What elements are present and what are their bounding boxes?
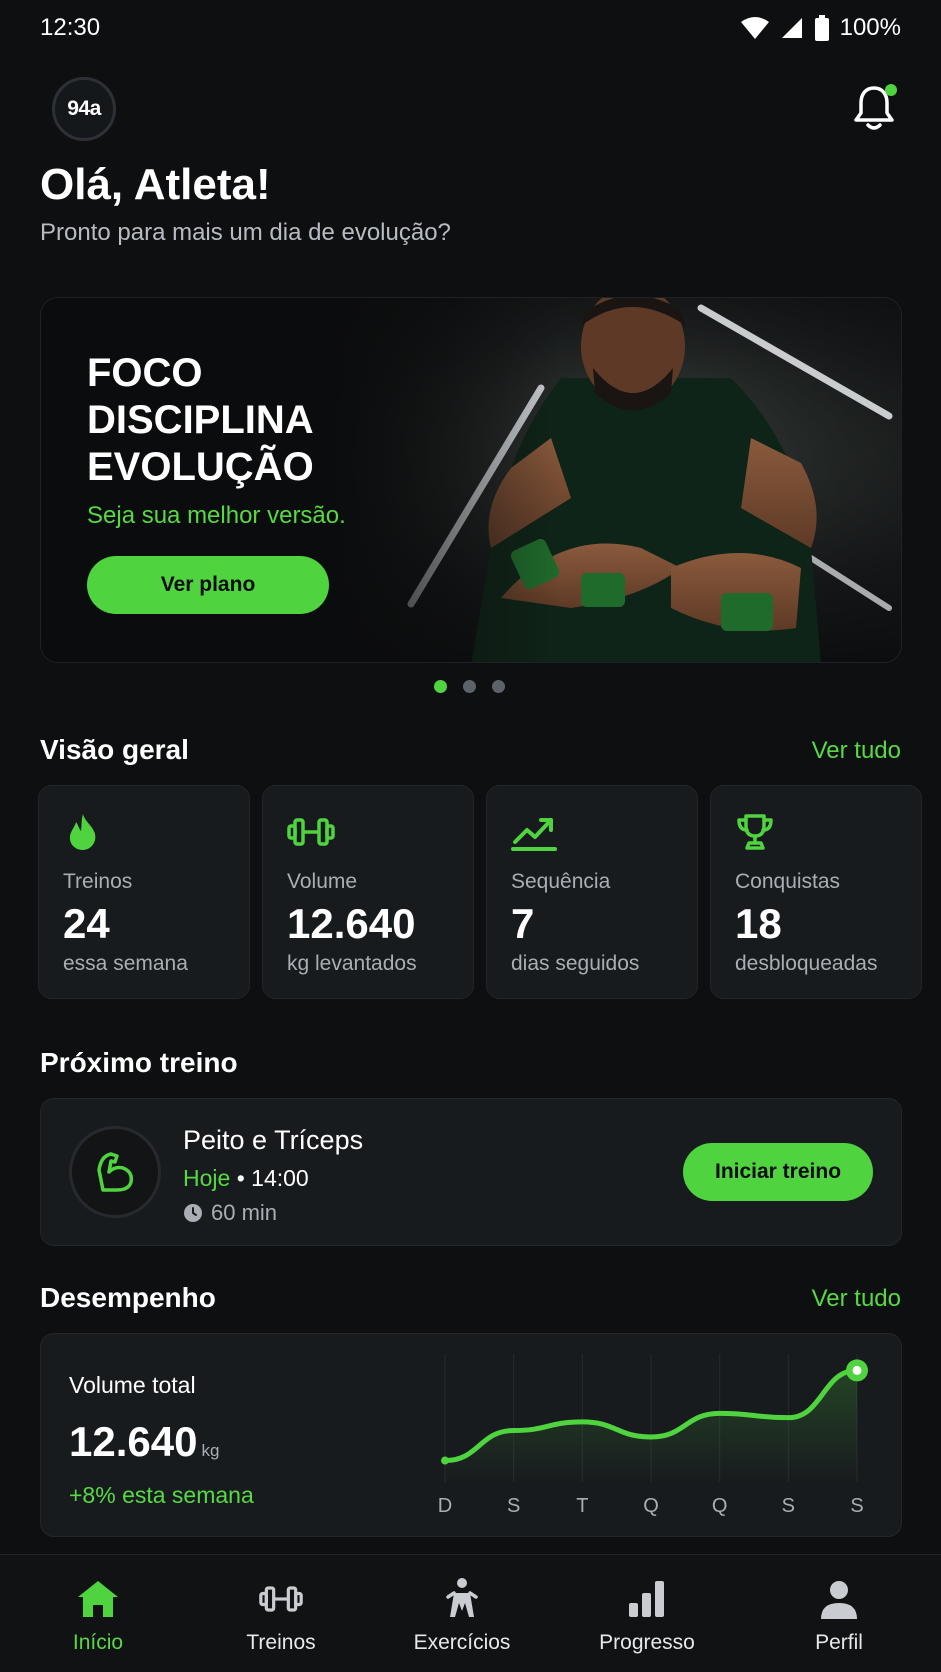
chart-x-tick-label: Q bbox=[643, 1495, 659, 1517]
workout-time: 14:00 bbox=[251, 1165, 309, 1191]
start-workout-button[interactable]: Iniciar treino bbox=[683, 1143, 873, 1201]
duration-text: 60 min bbox=[211, 1200, 278, 1225]
nav-label: Progresso bbox=[599, 1631, 695, 1654]
nav-item-progress[interactable]: Progresso bbox=[557, 1555, 737, 1672]
stat-card-streak[interactable]: Sequência 7 dias seguidos bbox=[486, 785, 698, 999]
clock-icon bbox=[184, 1204, 202, 1222]
stat-subtitle: kg levantados bbox=[287, 952, 417, 975]
stat-subtitle: essa semana bbox=[63, 952, 188, 975]
view-plan-button[interactable]: Ver plano bbox=[87, 556, 329, 614]
nav-item-workouts[interactable]: Treinos bbox=[191, 1555, 371, 1672]
stat-value: 7 bbox=[511, 900, 535, 947]
next-workout-title: Próximo treino bbox=[40, 1047, 238, 1078]
hero-headline-line-1: FOCO bbox=[87, 351, 203, 395]
chart-point bbox=[441, 1456, 449, 1465]
bar-chart-icon bbox=[629, 1581, 664, 1617]
chart-x-tick-label: D bbox=[438, 1495, 452, 1517]
performance-card[interactable]: Volume total 12.640 kg +8% esta semana DS… bbox=[40, 1333, 902, 1537]
carousel-dot[interactable] bbox=[463, 680, 476, 693]
bottom-navigation: Início Treinos Exercícios Progresso Perf… bbox=[0, 1554, 941, 1672]
avatar-text: 94a bbox=[67, 97, 101, 120]
stat-label: Volume bbox=[287, 870, 358, 893]
workout-name: Peito e Tríceps bbox=[183, 1125, 364, 1155]
trending-up-icon bbox=[511, 818, 557, 851]
nav-label: Exercícios bbox=[413, 1631, 511, 1654]
dumbbell-icon bbox=[259, 1586, 303, 1612]
workout-schedule: Hoje • 14:00 bbox=[183, 1165, 309, 1192]
schedule-separator: • bbox=[236, 1165, 245, 1191]
overview-see-all-link[interactable]: Ver tudo bbox=[812, 737, 901, 765]
stat-label: Conquistas bbox=[735, 870, 841, 893]
hero-banner[interactable]: FOCO DISCIPLINA EVOLUÇÃO Seja sua melhor… bbox=[40, 297, 902, 663]
signal-icon bbox=[781, 18, 802, 38]
carousel-dots bbox=[434, 680, 505, 693]
user-icon bbox=[821, 1581, 857, 1619]
hero-tagline: Seja sua melhor versão. bbox=[87, 502, 346, 529]
nav-label: Treinos bbox=[246, 1631, 316, 1654]
carousel-dot[interactable] bbox=[492, 680, 505, 693]
avatar[interactable]: 94a bbox=[52, 77, 116, 141]
notification-dot bbox=[885, 84, 897, 96]
workout-duration: 60 min bbox=[183, 1200, 277, 1226]
hero-headline-line-3: EVOLUÇÃO bbox=[87, 445, 314, 489]
stat-label: Treinos bbox=[63, 870, 133, 893]
workout-icon-badge bbox=[69, 1126, 161, 1218]
greeting: Olá, Atleta! bbox=[40, 160, 271, 209]
flame-icon bbox=[69, 814, 96, 850]
stat-card-achievements[interactable]: Conquistas 18 desbloqueadas bbox=[710, 785, 922, 999]
chart-x-tick-label: Q bbox=[712, 1495, 728, 1517]
stat-subtitle: desbloqueadas bbox=[735, 952, 878, 975]
battery-percent: 100% bbox=[839, 14, 901, 41]
chart-point-center bbox=[852, 1365, 862, 1375]
stat-card-volume[interactable]: Volume 12.640 kg levantados bbox=[262, 785, 474, 999]
chart-x-tick-label: S bbox=[782, 1495, 795, 1517]
overview-title: Visão geral bbox=[40, 734, 189, 765]
nav-item-profile[interactable]: Perfil bbox=[749, 1555, 929, 1672]
performance-title: Desempenho bbox=[40, 1282, 216, 1313]
workout-day: Hoje bbox=[183, 1165, 231, 1191]
dumbbell-icon bbox=[287, 818, 335, 846]
volume-line-chart: DSTQQSS bbox=[438, 1354, 868, 1517]
exercise-person-icon bbox=[446, 1578, 478, 1617]
chart-x-tick-label: T bbox=[576, 1495, 588, 1517]
nav-label: Perfil bbox=[815, 1631, 863, 1654]
wifi-icon bbox=[740, 17, 769, 39]
stat-label: Sequência bbox=[511, 870, 611, 893]
chart-x-tick-label: S bbox=[850, 1495, 863, 1517]
battery-icon bbox=[814, 15, 829, 41]
greeting-subtitle: Pronto para mais um dia de evolução? bbox=[40, 219, 451, 246]
nav-label: Início bbox=[72, 1631, 124, 1654]
stat-subtitle: dias seguidos bbox=[511, 952, 640, 975]
stat-value: 24 bbox=[63, 900, 110, 947]
status-time: 12:30 bbox=[40, 14, 101, 41]
nav-item-home[interactable]: Início bbox=[8, 1555, 188, 1672]
next-workout-card[interactable]: Peito e Tríceps Hoje • 14:00 60 min Inic… bbox=[40, 1098, 902, 1246]
nav-item-exercises[interactable]: Exercícios bbox=[372, 1555, 552, 1672]
chart-x-tick-label: S bbox=[507, 1495, 520, 1517]
flexed-arm-icon bbox=[97, 1152, 134, 1192]
stat-value: 12.640 bbox=[287, 900, 416, 947]
home-icon bbox=[78, 1581, 118, 1617]
status-bar: 12:30 100% bbox=[0, 0, 941, 56]
status-icons: 100% bbox=[740, 14, 901, 42]
performance-see-all-link[interactable]: Ver tudo bbox=[812, 1285, 901, 1313]
trophy-icon bbox=[737, 814, 773, 850]
stat-card-workouts[interactable]: Treinos 24 essa semana bbox=[38, 785, 250, 999]
hero-headline-line-2: DISCIPLINA bbox=[87, 398, 314, 442]
carousel-dot[interactable] bbox=[434, 680, 447, 693]
stat-value: 18 bbox=[735, 900, 782, 947]
